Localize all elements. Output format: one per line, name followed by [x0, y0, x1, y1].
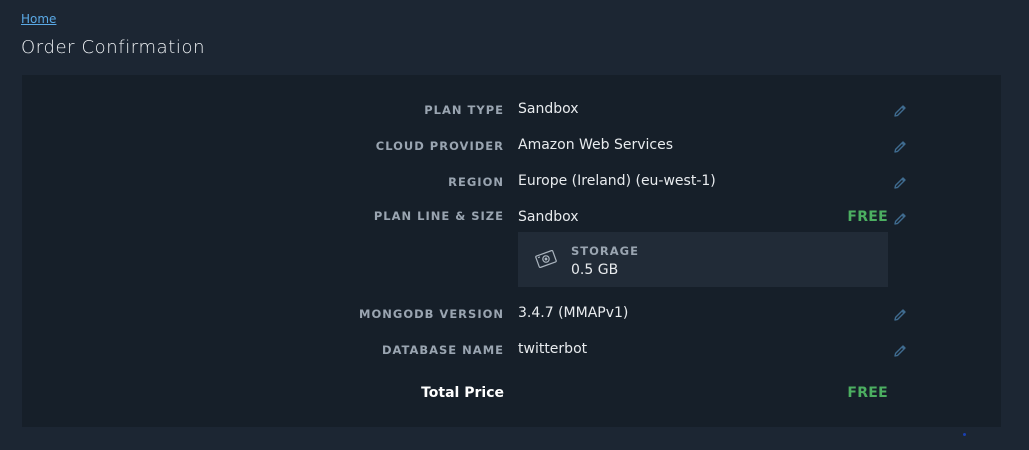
order-summary-panel: PLAN TYPE Sandbox CLOUD PROVIDER Amazon …: [22, 75, 1001, 427]
edit-database-name-button[interactable]: [892, 343, 908, 359]
mongodb-version-label: MONGODB VERSION: [359, 307, 504, 321]
database-name-value: twitterbot: [518, 341, 588, 357]
plan-line-price: FREE: [847, 209, 888, 225]
pencil-icon: [894, 213, 906, 225]
pencil-icon: [894, 105, 906, 117]
edit-region-button[interactable]: [892, 175, 908, 191]
edit-plan-line-button[interactable]: [892, 211, 908, 227]
mongodb-version-value: 3.4.7 (MMAPv1): [518, 305, 629, 321]
plan-line-size-label: PLAN LINE & SIZE: [373, 209, 504, 223]
edit-cloud-provider-button[interactable]: [892, 139, 908, 155]
database-name-label: DATABASE NAME: [381, 343, 504, 357]
decorative-dot: [963, 433, 966, 436]
storage-value: 0.5 GB: [571, 262, 619, 278]
cloud-provider-value: Amazon Web Services: [518, 137, 674, 153]
region-label: REGION: [448, 175, 504, 189]
region-value: Europe (Ireland) (eu-west-1): [518, 173, 716, 189]
storage-disk-icon: [535, 249, 557, 269]
pencil-icon: [894, 177, 906, 189]
storage-card: STORAGE 0.5 GB: [518, 232, 888, 287]
pencil-icon: [894, 345, 906, 357]
plan-type-value: Sandbox: [518, 101, 579, 117]
pencil-icon: [894, 309, 906, 321]
edit-plan-type-button[interactable]: [892, 103, 908, 119]
plan-line-size-value: Sandbox: [518, 209, 579, 225]
total-price-label: Total Price: [421, 385, 504, 401]
edit-mongodb-version-button[interactable]: [892, 307, 908, 323]
breadcrumb-home-link[interactable]: Home: [21, 12, 56, 26]
storage-label: STORAGE: [571, 244, 639, 258]
cloud-provider-label: CLOUD PROVIDER: [375, 139, 504, 153]
plan-type-label: PLAN TYPE: [424, 103, 504, 117]
total-price-value: FREE: [847, 385, 888, 401]
page-title: Order Confirmation: [21, 37, 206, 58]
pencil-icon: [894, 141, 906, 153]
